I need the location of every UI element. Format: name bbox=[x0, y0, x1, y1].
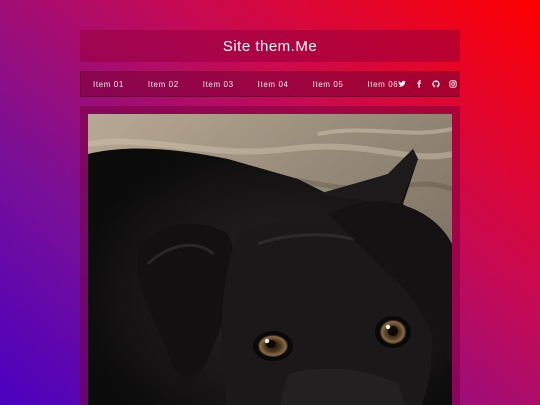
social-links bbox=[398, 80, 461, 88]
nav-item-03[interactable]: Item 03 bbox=[203, 80, 234, 89]
facebook-icon[interactable] bbox=[415, 80, 423, 88]
nav-item-01[interactable]: Item 01 bbox=[93, 80, 124, 89]
nav-item-05[interactable]: Item 05 bbox=[313, 80, 344, 89]
page-container: Site them.Me Item 01 Item 02 Item 03 Ite… bbox=[80, 30, 460, 405]
twitter-icon[interactable] bbox=[398, 80, 407, 88]
site-header: Site them.Me bbox=[80, 30, 460, 62]
instagram-icon[interactable] bbox=[449, 80, 457, 88]
github-icon[interactable] bbox=[432, 80, 440, 88]
nav-item-06[interactable]: Item 06 bbox=[367, 80, 398, 89]
main-content bbox=[80, 106, 460, 405]
puppy-photo bbox=[88, 114, 452, 405]
main-nav: Item 01 Item 02 Item 03 Item 04 Item 05 … bbox=[80, 71, 460, 97]
nav-item-04[interactable]: Item 04 bbox=[258, 80, 289, 89]
nav-item-02[interactable]: Item 02 bbox=[148, 80, 179, 89]
site-title[interactable]: Site them.Me bbox=[223, 38, 317, 55]
